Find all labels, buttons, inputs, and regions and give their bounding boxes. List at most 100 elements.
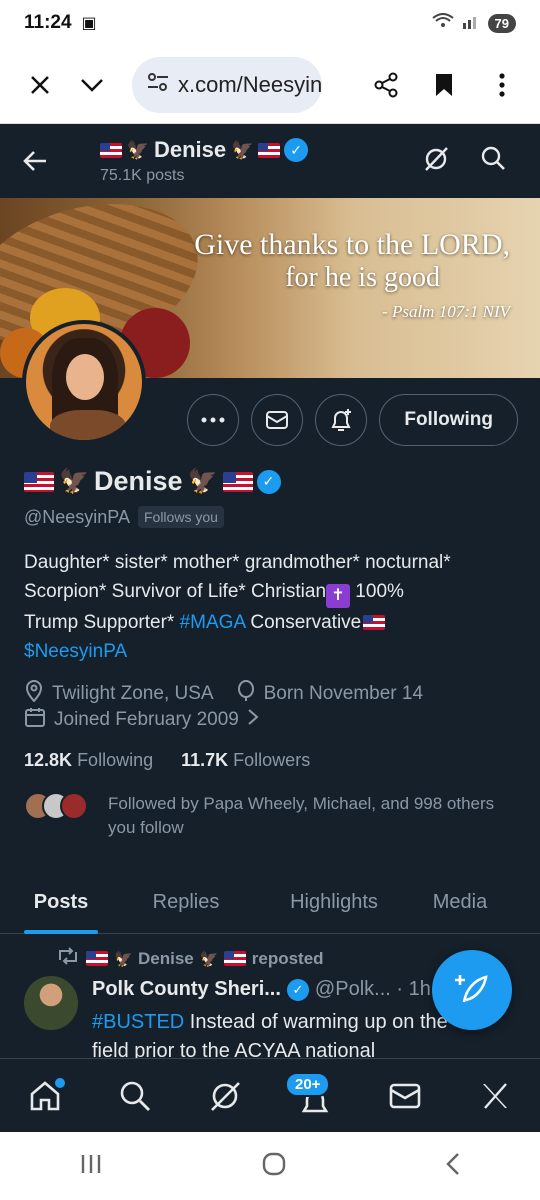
back-icon[interactable] (445, 1151, 461, 1182)
profile-tabs: Posts Replies Highlights Media (0, 870, 540, 934)
display-name: Denise (94, 466, 183, 496)
eagle-icon: 🦅 (114, 950, 133, 968)
grok-icon (211, 1081, 240, 1111)
banner-verse: Give thanks to the LORD, for he is good … (194, 228, 510, 322)
clock: 11:24 (24, 12, 72, 33)
home-button-icon[interactable] (261, 1151, 287, 1182)
tab-media[interactable]: Media (420, 870, 500, 934)
bio-line: Daughter* sister* mother* grandmother* n… (24, 552, 451, 573)
notify-button[interactable] (315, 394, 368, 446)
tab-highlights[interactable]: Highlights (274, 870, 394, 934)
eagle-icon: 🦅 (230, 139, 254, 160)
post-count: 75.1K posts (100, 167, 185, 184)
address-bar[interactable]: x.com/NeesyinPA (132, 56, 322, 113)
nav-notifications[interactable]: 20+ (285, 1066, 345, 1126)
unread-dot (55, 1077, 65, 1088)
us-flag-icon (223, 951, 246, 966)
follows-you-badge: Follows you (137, 506, 224, 528)
search-icon[interactable] (480, 145, 506, 178)
followers-stat[interactable]: 11.7K Followers (181, 750, 310, 771)
verified-badge-icon: ✓ (286, 978, 309, 1001)
nav-x[interactable] (465, 1066, 525, 1126)
screenshot-icon: ▣ (81, 15, 97, 32)
repost-user[interactable]: Denise (138, 949, 194, 969)
hashtag-link[interactable]: #MAGA (180, 612, 245, 633)
profile-header-bar: 🦅 Denise 🦅 ✓ 75.1K posts (0, 124, 540, 198)
post-author-avatar[interactable] (24, 976, 78, 1030)
joined-text: Joined February 2009 (54, 709, 239, 730)
location-text: Twilight Zone, USA (52, 683, 214, 704)
calendar-icon (24, 706, 46, 734)
verified-badge-icon[interactable]: ✓ (256, 469, 281, 494)
banner-citation: - Psalm 107:1 NIV (382, 302, 510, 321)
eagle-icon: 🦅 (126, 139, 150, 160)
repost-icon (56, 946, 80, 971)
wifi-icon (431, 12, 454, 34)
followed-by-avatars[interactable] (24, 792, 88, 820)
follow-stats: 12.8K Following 11.7K Followers (24, 750, 310, 771)
profile-avatar[interactable] (22, 320, 146, 444)
chevron-down-icon[interactable] (66, 59, 118, 111)
meta-line: Twilight Zone, USA Born November 14 (24, 680, 423, 708)
repost-indicator: 🦅 Denise 🦅 reposted (56, 946, 324, 971)
verified-badge-icon: ✓ (284, 138, 309, 162)
nav-search[interactable] (105, 1066, 165, 1126)
site-settings-icon[interactable] (146, 71, 170, 98)
more-options-button[interactable] (187, 394, 240, 446)
eagle-icon: 🦅 (199, 950, 219, 968)
android-navigation (0, 1132, 540, 1200)
us-flag-icon (363, 615, 386, 631)
more-horizontal-icon (201, 417, 225, 423)
balloon-icon (236, 680, 256, 708)
tab-replies[interactable]: Replies (136, 870, 236, 934)
signal-icon (462, 13, 480, 34)
cross-emoji-icon: ✝ (326, 584, 351, 608)
cashtag-link[interactable]: $NeesyinPA (24, 641, 127, 662)
compose-button[interactable] (432, 950, 512, 1030)
recent-apps-icon[interactable] (79, 1153, 103, 1180)
us-flag-icon (24, 471, 54, 492)
post-header: Polk County Sheri... ✓ @Polk... · 1h (92, 978, 431, 1001)
us-flag-icon (222, 471, 253, 492)
tab-posts[interactable]: Posts (24, 870, 98, 934)
user-handle: @NeesyinPA (24, 506, 130, 527)
handle-line: @NeesyinPA Follows you (24, 506, 224, 528)
status-bar: 11:24 ▣ 79 (0, 0, 540, 46)
eagle-icon: 🦅 (59, 468, 89, 495)
bottom-navigation: 20+ (0, 1058, 540, 1132)
reposted-label: reposted (251, 948, 324, 968)
battery-indicator: 79 (487, 13, 516, 33)
nav-home[interactable] (15, 1066, 75, 1126)
following-stat[interactable]: 12.8K Following (24, 750, 153, 771)
browser-toolbar: x.com/NeesyinPA (0, 46, 540, 124)
location-pin-icon (24, 680, 44, 708)
following-button[interactable]: Following (379, 394, 518, 446)
message-button[interactable] (251, 394, 304, 446)
search-icon (120, 1081, 150, 1111)
bookmark-icon[interactable] (418, 59, 470, 111)
us-flag-icon (100, 142, 122, 158)
joined-line[interactable]: Joined February 2009 (24, 706, 259, 734)
nav-messages[interactable] (375, 1066, 435, 1126)
x-logo-icon (483, 1082, 507, 1109)
close-icon[interactable] (14, 59, 66, 111)
bio-line: Scorpion* Survivor of Life* Christian ✝ 1… (24, 577, 524, 608)
back-arrow-icon[interactable] (0, 150, 70, 172)
chevron-right-icon (247, 708, 259, 732)
grok-icon[interactable] (422, 145, 450, 178)
hashtag-link[interactable]: #BUSTED (92, 1011, 184, 1033)
us-flag-icon (258, 142, 281, 158)
more-vertical-icon[interactable] (476, 59, 528, 111)
profile-actions: Following (187, 394, 518, 446)
followed-by-text[interactable]: Followed by Papa Wheely, Michael, and 99… (108, 792, 518, 840)
post-author-name[interactable]: Polk County Sheri... (92, 978, 281, 1001)
nav-grok[interactable] (195, 1066, 255, 1126)
url-text: x.com/NeesyinPA (178, 71, 322, 97)
feather-plus-icon (455, 975, 488, 1003)
profile-bio: Daughter* sister* mother* grandmother* n… (24, 548, 524, 666)
avatar (60, 792, 88, 820)
header-display-name: Denise (154, 137, 227, 162)
header-name: 🦅 Denise 🦅 ✓ (100, 137, 309, 163)
birthday-text: Born November 14 (263, 683, 424, 704)
share-icon[interactable] (360, 59, 412, 111)
